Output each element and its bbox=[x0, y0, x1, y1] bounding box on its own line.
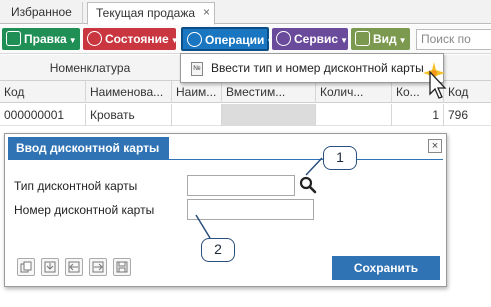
service-button[interactable]: Сервис ▼ bbox=[272, 28, 348, 50]
document-icon: № bbox=[191, 62, 203, 76]
toolbar: Правка ▼ Состояние ▼ Операции ▼ Сервис ▼ Вид… bbox=[0, 25, 491, 65]
search-icon[interactable] bbox=[299, 176, 317, 194]
close-tab-icon[interactable]: × bbox=[203, 2, 210, 22]
dialog-title: Ввод дисконтной карты bbox=[8, 137, 169, 159]
operations-button-label: Операции bbox=[205, 33, 265, 47]
search-input[interactable]: Поиск по полю bbox=[416, 29, 491, 65]
col-name[interactable]: Наименова... bbox=[86, 81, 172, 103]
operations-menu: № Ввести тип и номер дисконтной карты bbox=[180, 53, 444, 83]
card-type-label: Тип дисконтной карты bbox=[14, 179, 138, 193]
col-name2[interactable]: Наим... bbox=[172, 81, 222, 103]
chevron-down-icon: ▼ bbox=[398, 36, 407, 45]
download-button[interactable] bbox=[41, 258, 59, 276]
copy-button[interactable] bbox=[17, 258, 35, 276]
export-icon bbox=[92, 261, 104, 273]
save-button[interactable]: Сохранить bbox=[332, 256, 440, 280]
view-button[interactable]: Вид ▼ bbox=[351, 28, 410, 50]
refresh-icon bbox=[187, 32, 202, 47]
gear-icon bbox=[276, 31, 291, 46]
cell-quantity bbox=[316, 104, 392, 126]
col-code[interactable]: Код bbox=[0, 81, 86, 103]
dialog-title-divider bbox=[8, 159, 443, 160]
col-quantity[interactable]: Колич... bbox=[316, 81, 392, 103]
copy-icon bbox=[20, 261, 32, 273]
mouse-cursor-icon bbox=[429, 70, 447, 99]
cell-name: Кровать bbox=[86, 104, 172, 126]
cell-code: 000000001 bbox=[0, 104, 86, 126]
tab-favorites[interactable]: Избранное bbox=[3, 2, 83, 24]
floppy-icon bbox=[116, 261, 128, 273]
grid-column-header: Код Наименова... Наим... Вместим... Коли… bbox=[0, 81, 491, 103]
tab-bar: Избранное Текущая продажа × bbox=[0, 0, 491, 25]
cell-qty: 1 bbox=[392, 104, 444, 126]
edit-button[interactable]: Правка ▼ bbox=[2, 28, 80, 50]
close-icon[interactable]: × bbox=[428, 139, 442, 153]
check-circle-icon bbox=[87, 31, 102, 46]
cell-capacity bbox=[222, 104, 316, 126]
edit-button-label: Правка bbox=[24, 32, 67, 46]
import-icon bbox=[68, 261, 80, 273]
pencil-icon bbox=[6, 31, 21, 46]
tab-current-sale[interactable]: Текущая продажа × bbox=[87, 2, 215, 25]
import-button[interactable] bbox=[65, 258, 83, 276]
state-button-label: Состояние bbox=[105, 32, 169, 46]
chevron-down-icon: ▼ bbox=[170, 36, 179, 45]
table-row[interactable]: 000000001 Кровать 1 796 bbox=[0, 104, 491, 126]
callout-two: 2 bbox=[201, 238, 235, 262]
service-button-label: Сервис bbox=[294, 32, 339, 46]
view-button-label: Вид bbox=[373, 32, 397, 46]
nomenclature-header: Номенклатура bbox=[49, 61, 131, 75]
card-type-field[interactable] bbox=[187, 175, 295, 196]
download-icon bbox=[44, 261, 56, 273]
callout-one: 1 bbox=[323, 146, 357, 170]
card-number-label: Номер дисконтной карты bbox=[14, 203, 155, 217]
col-capacity[interactable]: Вместим... bbox=[222, 81, 316, 103]
col-code2[interactable]: Код bbox=[444, 81, 491, 103]
discount-card-dialog: Ввод дисконтной карты × Тип дисконтной к… bbox=[4, 133, 447, 287]
list-icon bbox=[355, 31, 370, 46]
chevron-down-icon: ▼ bbox=[340, 36, 349, 45]
cell-code2: 796 bbox=[448, 108, 469, 122]
operations-button[interactable]: Операции ▼ bbox=[181, 27, 274, 51]
export-button[interactable] bbox=[89, 258, 107, 276]
tab-current-sale-label: Текущая продажа bbox=[96, 6, 196, 20]
state-button[interactable]: Состояние ▼ bbox=[83, 28, 179, 50]
cell-name2 bbox=[172, 104, 222, 126]
chevron-down-icon: ▼ bbox=[68, 36, 77, 45]
card-number-field[interactable] bbox=[187, 199, 314, 220]
tab-favorites-label: Избранное bbox=[11, 5, 72, 19]
menu-item-label: Ввести тип и номер дисконтной карты bbox=[211, 61, 424, 75]
save-icon-button[interactable] bbox=[113, 258, 131, 276]
